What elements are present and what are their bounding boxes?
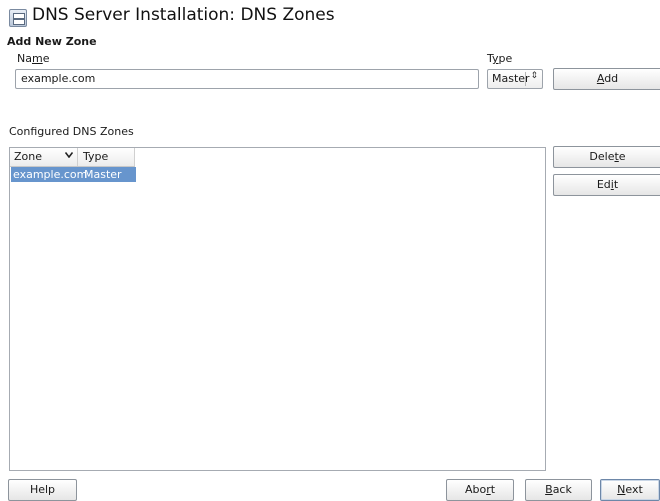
zone-type-label: Type [487, 52, 513, 65]
dns-server-icon [9, 9, 27, 27]
zone-type-selected: Master [492, 72, 530, 85]
updown-arrow-icon: ⇕ [530, 71, 538, 81]
zone-name-value: example.com [21, 72, 96, 85]
page-title: DNS Server Installation: DNS Zones [32, 5, 335, 25]
zone-name-label: Name [17, 52, 50, 65]
configured-zones-label: Configured DNS Zones [9, 125, 134, 138]
column-header-type[interactable]: Type [79, 148, 135, 166]
sort-chevron-down-icon [65, 152, 73, 158]
combo-separator [525, 72, 526, 86]
table-header: Zone Type [10, 148, 135, 167]
table-row[interactable]: example.com Master [11, 167, 136, 182]
zone-name-input[interactable]: example.com [15, 69, 479, 89]
next-button[interactable]: Next [600, 479, 660, 501]
zone-type-select[interactable]: Master ⇕ [487, 69, 543, 89]
column-header-zone[interactable]: Zone [10, 148, 78, 166]
row-zone-cell: example.com [13, 168, 88, 181]
zones-table[interactable]: Zone Type example.com Master [9, 147, 546, 471]
abort-button[interactable]: Abort [446, 479, 514, 501]
back-button[interactable]: Back [525, 479, 592, 501]
edit-zone-button[interactable]: Edit [553, 174, 660, 196]
add-zone-button[interactable]: Add [553, 68, 660, 90]
row-type-cell: Master [84, 168, 122, 181]
help-button[interactable]: Help [8, 479, 77, 501]
delete-zone-button[interactable]: Delete [553, 146, 660, 168]
add-zone-heading: Add New Zone [7, 35, 97, 48]
